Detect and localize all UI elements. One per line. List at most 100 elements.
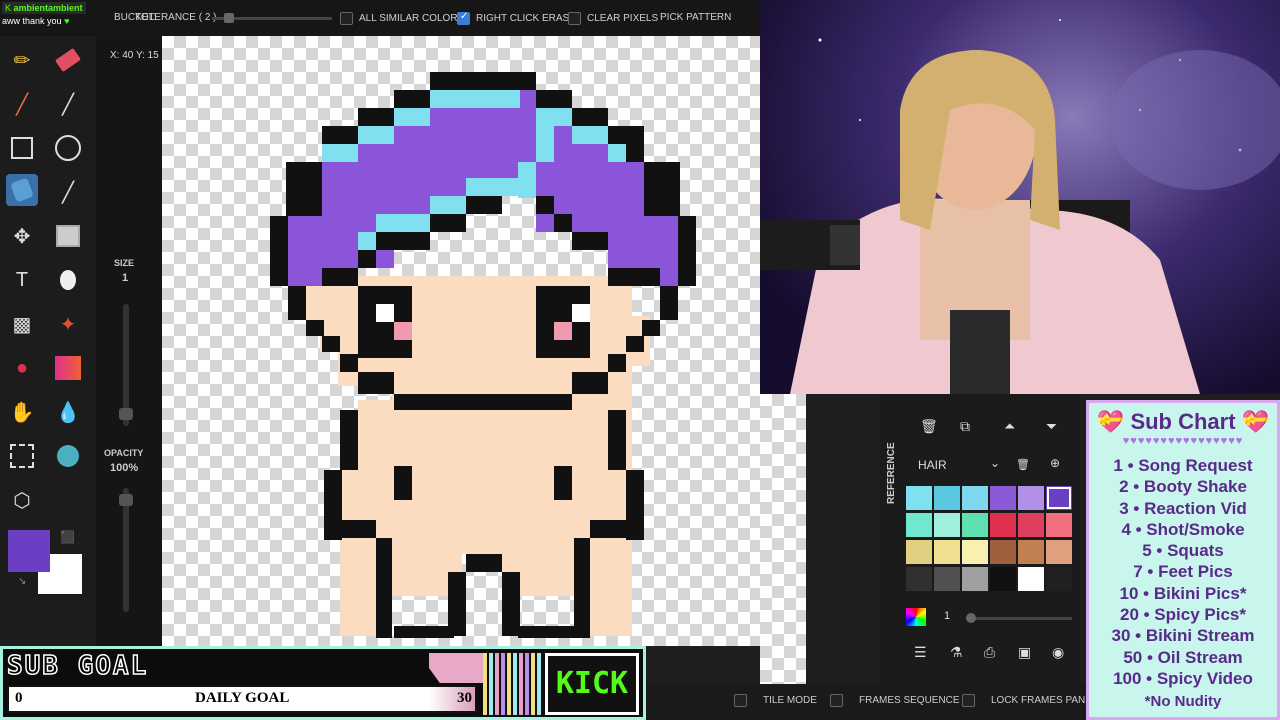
primary-color-swatch-front[interactable] [8,530,50,572]
line-tool-icon[interactable]: ╱ [52,88,84,120]
frames-sequence-option[interactable]: FRAMES SEQUENCE [830,694,960,707]
palette-swatch[interactable] [906,540,932,564]
palette-swatch[interactable] [934,540,960,564]
image-file-icon[interactable]: ▣ [1018,644,1031,661]
all-similar-colors-checkbox[interactable] [340,12,353,25]
lock-frames-label: LOCK FRAMES PANEL [991,695,1098,706]
size-slider[interactable] [119,304,133,426]
reference-tab[interactable]: REFERENCE [886,442,900,504]
palette-swatch[interactable] [962,540,988,564]
palette-swatch[interactable] [1046,567,1072,591]
tile-mode-checkbox[interactable] [734,694,747,707]
3d-cube-tool-icon[interactable]: ⬡ [6,484,38,516]
lock-frames-checkbox[interactable] [962,694,975,707]
duplicate-layer-icon[interactable]: ⧉ [960,418,970,435]
right-click-erase-checkbox[interactable] [457,11,470,25]
tolerance-slider[interactable] [212,13,332,23]
sub-chart-item: 20 • Spicy Pics* [1120,605,1246,625]
layers-list-icon[interactable]: ☰ [914,644,927,661]
palette-swatch[interactable] [962,513,988,537]
sub-chart-list: 1 • Song Request 2 • Booty Shake 3 • React… [1089,455,1277,689]
color-picker-icon[interactable] [906,608,926,626]
right-click-erase-option[interactable]: RIGHT CLICK ERASE [457,11,576,25]
palette-swatch[interactable] [990,486,1016,510]
size-slider-knob[interactable] [119,408,133,420]
sub-chart-item: 50 • Oil Stream [1123,647,1243,667]
all-similar-colors-option[interactable]: ALL SIMILAR COLORS [340,12,464,25]
palette-swatch[interactable] [1046,486,1072,510]
brightness-slider[interactable] [966,613,1072,623]
export-file-icon[interactable]: ⎙ [984,644,995,661]
color-replace-tool-icon[interactable]: ● [6,352,38,384]
palette-swatch[interactable] [906,513,932,537]
eraser-tool-icon[interactable] [52,44,84,76]
right-click-erase-label: RIGHT CLICK ERASE [476,13,576,24]
palette-swatch[interactable] [990,540,1016,564]
palette-name[interactable]: HAIR [918,458,947,472]
swap-colors-icon[interactable]: ⬛ [60,530,75,544]
opacity-value: 100% [110,462,139,474]
drawing-canvas[interactable] [162,36,760,646]
dodge-tool-icon[interactable] [52,264,84,296]
ellipse-tool-icon[interactable] [52,132,84,164]
palette-swatch[interactable] [962,486,988,510]
tolerance-label: TOLERANCE ( 2 ) [135,12,217,23]
palette-swatch[interactable] [1018,540,1044,564]
palette-swatch[interactable] [1018,567,1044,591]
clear-pixels-checkbox[interactable] [568,12,581,25]
palette-swatch[interactable] [906,486,932,510]
bucket-tool-icon[interactable] [6,174,38,206]
add-palette-icon[interactable]: ⊕ [1050,456,1060,470]
hand-tool-icon[interactable]: ✋ [6,396,38,428]
crop-tool-icon[interactable] [6,440,38,472]
pattern-tool-icon[interactable]: ▩ [6,308,38,340]
smudge-tool-icon[interactable] [52,440,84,472]
selection-tool-icon[interactable] [52,220,84,252]
sub-chart-item: 100 • Spicy Video [1113,668,1253,688]
trash-icon[interactable]: 🗑 [920,418,938,435]
move-tool-icon[interactable]: ✥ [6,220,38,252]
palette-swatch[interactable] [934,486,960,510]
palette-dropdown-chevron-icon[interactable]: ⌄ [990,456,1000,470]
palette-swatch[interactable] [1018,486,1044,510]
tolerance-slider-knob[interactable] [224,13,234,23]
frames-sequence-checkbox[interactable] [830,694,843,707]
text-tool-icon[interactable]: T [6,264,38,296]
tile-mode-option[interactable]: TILE MODE [734,694,817,707]
clear-pixels-option[interactable]: CLEAR PIXELS [568,12,658,25]
move-layer-down-icon[interactable]: ⏷ [1046,418,1057,435]
drawing-canvas-edge[interactable] [760,394,806,684]
sub-chart-overlay: 💝 Sub Chart 💝 ♥♥♥♥♥♥♥♥♥♥♥♥♥♥♥♥ 1 • Song … [1086,400,1280,720]
brightness-slider-knob[interactable] [966,613,976,623]
hearts-divider: ♥♥♥♥♥♥♥♥♥♥♥♥♥♥♥♥ [1122,435,1244,447]
palette-swatch[interactable] [990,513,1016,537]
palette-swatch[interactable] [962,567,988,591]
pick-pattern-button[interactable]: PICK PATTERN [660,12,731,23]
pencil-tool-icon[interactable]: ✏ [6,44,38,76]
palette-swatch[interactable] [934,567,960,591]
eyedropper-tool-icon[interactable]: ╱ [52,176,84,208]
blur-tool-icon[interactable]: 💧 [52,396,84,428]
delete-palette-icon[interactable]: 🗑 [1016,458,1030,471]
reset-colors-icon[interactable]: ↘ [18,576,26,587]
frames-options-bar: TILE MODE FRAMES SEQUENCE LOCK FRAMES PA… [646,684,1098,720]
sub-chart-title-row: 💝 Sub Chart 💝 [1089,409,1277,435]
palette-swatch[interactable] [1046,513,1072,537]
opacity-slider-knob[interactable] [119,494,133,506]
effects-flask-icon[interactable]: ⚗ [950,644,963,661]
palette-swatch[interactable] [934,513,960,537]
opacity-slider[interactable] [119,488,133,612]
palette-swatch[interactable] [990,567,1016,591]
goal-progress-bar: 0 DAILY GOAL 30 [7,685,477,713]
streamer-image [760,19,1280,394]
brush-tool-icon[interactable]: ╱ [6,88,38,120]
palette-swatch[interactable] [906,567,932,591]
lock-frames-option[interactable]: LOCK FRAMES PANEL [962,694,1098,707]
move-layer-up-icon[interactable]: ⏶ [1004,418,1015,435]
gradient-tool-icon[interactable] [52,352,84,384]
rectangle-tool-icon[interactable] [6,132,38,164]
palette-swatch[interactable] [1018,513,1044,537]
stamp-tool-icon[interactable]: ✦ [52,308,84,340]
settings-circle-icon[interactable]: ◉ [1052,644,1064,661]
palette-swatch[interactable] [1046,540,1072,564]
